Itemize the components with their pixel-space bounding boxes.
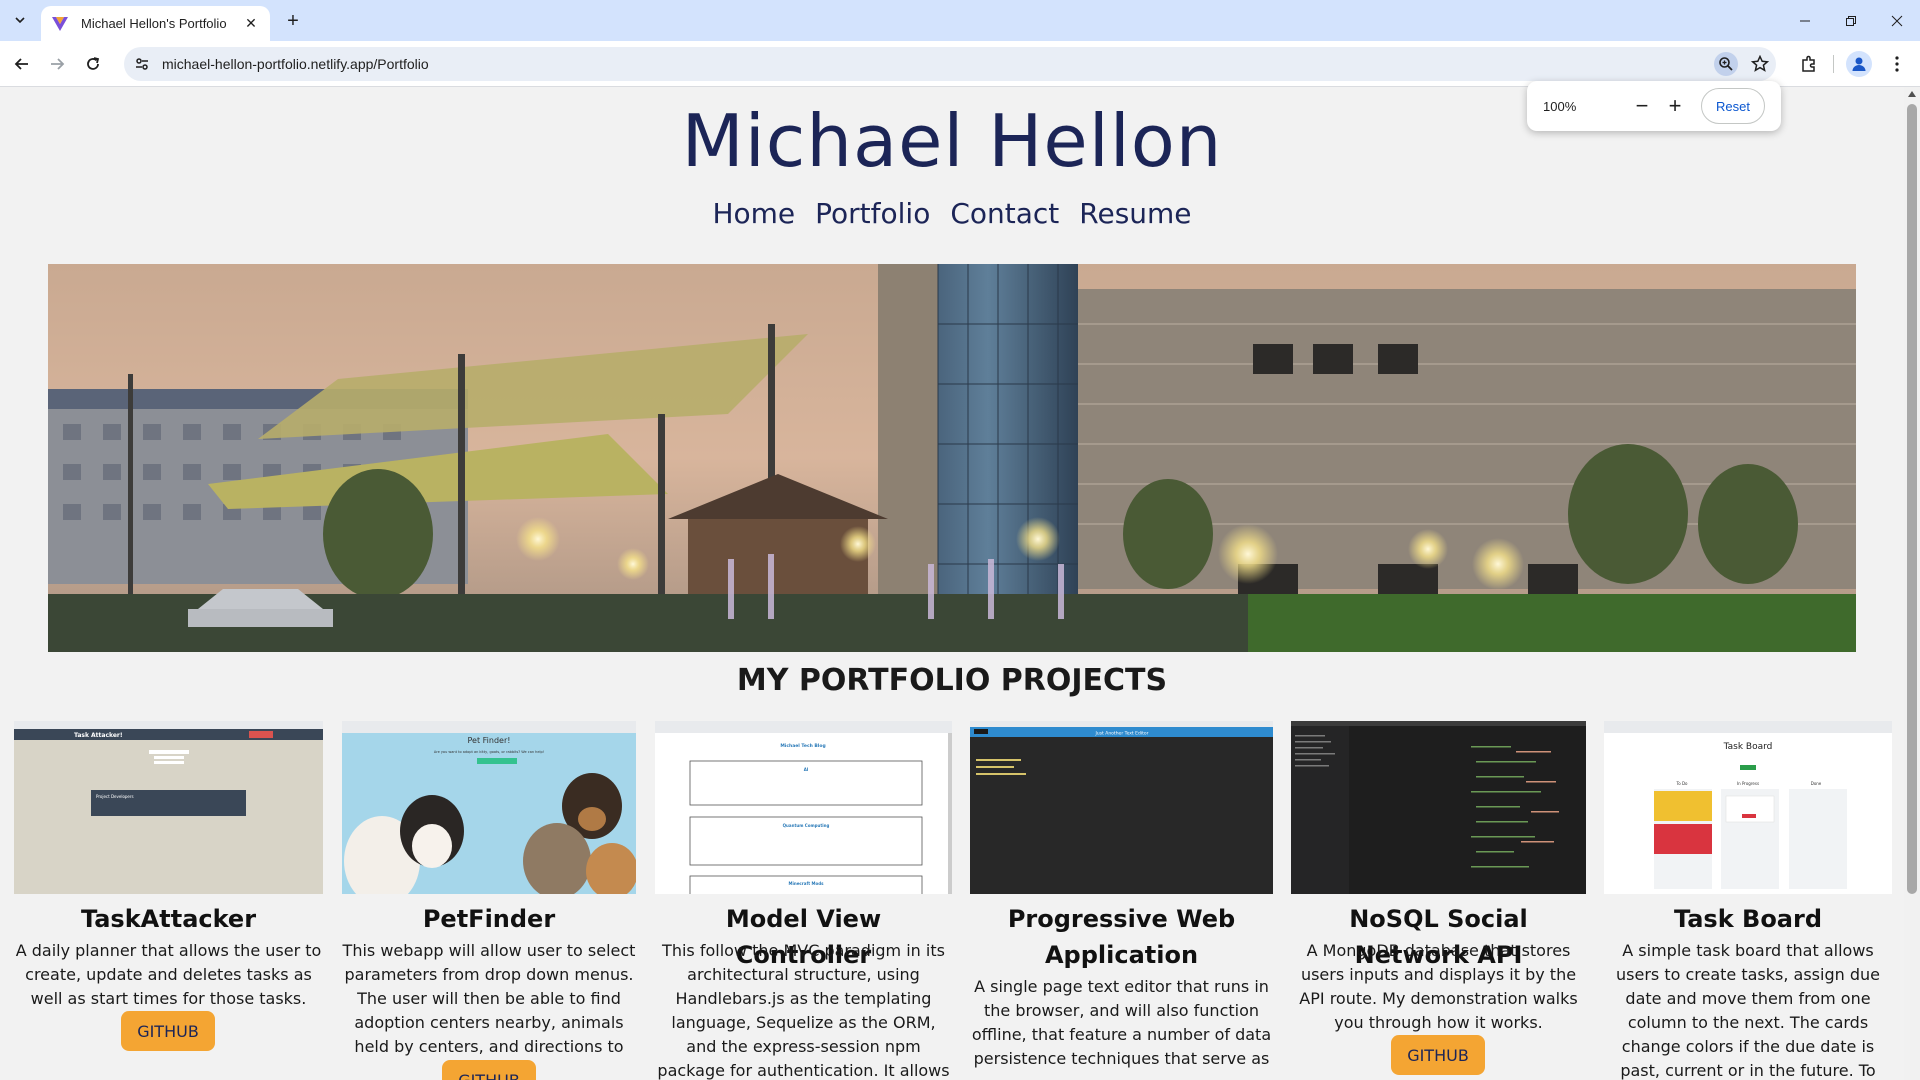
scrollbar-thumb[interactable]: [1907, 104, 1917, 894]
reload-icon[interactable]: [79, 50, 107, 78]
zoom-level-text: 100%: [1543, 98, 1577, 114]
project-description: This follow the MVC paradigm in its arch…: [657, 941, 950, 1080]
project-description: A simple task board that allows users to…: [1616, 941, 1880, 1080]
zoom-magnifier-icon[interactable]: [1714, 52, 1738, 76]
project-title: Progressive Web Application: [1007, 905, 1236, 969]
close-tab-icon[interactable]: ✕: [242, 15, 260, 33]
nav-link-resume[interactable]: Resume: [1079, 197, 1191, 230]
project-screenshot-mvc[interactable]: Michael Tech Blog AI Quantum Computing M…: [655, 721, 952, 894]
thumb-header-pwa: Just Another Text Editor: [1095, 731, 1149, 737]
github-button-nosql[interactable]: GITHUB: [1391, 1035, 1485, 1075]
toolbar-divider: [1833, 55, 1834, 73]
close-window-icon[interactable]: [1874, 0, 1920, 41]
thumb-subtitle-petfinder: Are you want to adopt an kitty, goats, o…: [434, 750, 544, 754]
project-title: TaskAttacker: [80, 905, 257, 933]
zoom-in-plus-icon[interactable]: +: [1662, 93, 1688, 119]
url-text[interactable]: michael-hellon-portfolio.netlify.app/Por…: [162, 56, 429, 72]
site-info-tune-icon[interactable]: [130, 52, 154, 76]
scroll-up-arrow-icon[interactable]: [1908, 91, 1916, 97]
nav-link-portfolio[interactable]: Portfolio: [815, 197, 930, 230]
netlify-v-favicon-icon: [52, 16, 68, 31]
restore-window-icon[interactable]: [1828, 0, 1874, 41]
zoom-popup: 100% − + Reset: [1527, 81, 1781, 131]
page-viewport: Michael Hellon Home Portfolio Contact Re…: [0, 87, 1904, 1080]
zoom-out-minus-icon[interactable]: −: [1629, 93, 1655, 119]
thumb-column-todo: To Do: [1675, 781, 1688, 786]
project-screenshot-taskattacker[interactable]: Task Attacker! Project Developers: [14, 721, 323, 894]
zoom-reset-button[interactable]: Reset: [1701, 88, 1765, 124]
project-screenshot-nosql[interactable]: [1291, 721, 1586, 894]
thumb-header-petfinder: Pet Finder!: [468, 736, 511, 745]
thumb-header-taskattacker: Task Attacker!: [74, 732, 123, 739]
thumb-column-done: Done: [1811, 781, 1822, 786]
nav-link-contact[interactable]: Contact: [950, 197, 1059, 230]
project-screenshot-petfinder[interactable]: Pet Finder! Are you want to adopt an kit…: [342, 721, 636, 894]
page-scrollbar[interactable]: [1904, 87, 1920, 1080]
profile-avatar-icon[interactable]: [1846, 51, 1872, 77]
thumb-header-mvc: Michael Tech Blog: [780, 743, 825, 749]
github-button-taskattacker[interactable]: GITHUB: [121, 1011, 215, 1051]
thumb-post-title: AI: [804, 767, 809, 772]
thumb-banner-taskattacker: Project Developers: [96, 794, 134, 799]
thumb-header-taskboard: Task Board: [1723, 742, 1773, 752]
thumb-column-inprogress: In Progress: [1737, 781, 1759, 786]
hero-image: [48, 264, 1856, 652]
browser-tab-active[interactable]: Michael Hellon's Portfolio ✕: [41, 6, 270, 41]
forward-arrow-icon[interactable]: [43, 50, 71, 78]
tab-title: Michael Hellon's Portfolio: [81, 16, 227, 31]
browser-tab-bar: Michael Hellon's Portfolio ✕ +: [0, 0, 1920, 41]
minimize-window-icon[interactable]: [1782, 0, 1828, 41]
project-screenshot-taskboard[interactable]: Task Board To Do In Progress Done: [1604, 721, 1892, 894]
bookmark-star-icon[interactable]: [1748, 52, 1772, 76]
project-title: Task Board: [1673, 905, 1823, 933]
new-tab-plus-icon[interactable]: +: [281, 9, 305, 33]
extensions-puzzle-icon[interactable]: [1796, 51, 1822, 77]
project-title: PetFinder: [422, 905, 556, 933]
project-description: A single page text editor that runs in t…: [971, 977, 1272, 1068]
project-description: This webapp will allow user to select pa…: [342, 941, 636, 1080]
project-screenshot-pwa[interactable]: Just Another Text Editor: [970, 721, 1273, 894]
site-nav: Home Portfolio Contact Resume: [0, 197, 1904, 230]
project-description: A daily planner that allows the user to …: [15, 941, 322, 1008]
section-title: MY PORTFOLIO PROJECTS: [736, 663, 1168, 698]
tab-search-chevron-icon[interactable]: [8, 8, 32, 32]
nav-link-home[interactable]: Home: [712, 197, 795, 230]
back-arrow-icon[interactable]: [8, 50, 36, 78]
more-menu-kebab-icon[interactable]: [1884, 51, 1910, 77]
thumb-post-title: Quantum Computing: [783, 823, 830, 828]
github-button-petfinder[interactable]: GITHUB: [442, 1060, 536, 1080]
address-bar[interactable]: michael-hellon-portfolio.netlify.app/Por…: [124, 47, 1776, 81]
thumb-post-title: Minecraft Mods: [789, 881, 825, 886]
project-description: A MongoDB database that stores users inp…: [1299, 941, 1578, 1032]
